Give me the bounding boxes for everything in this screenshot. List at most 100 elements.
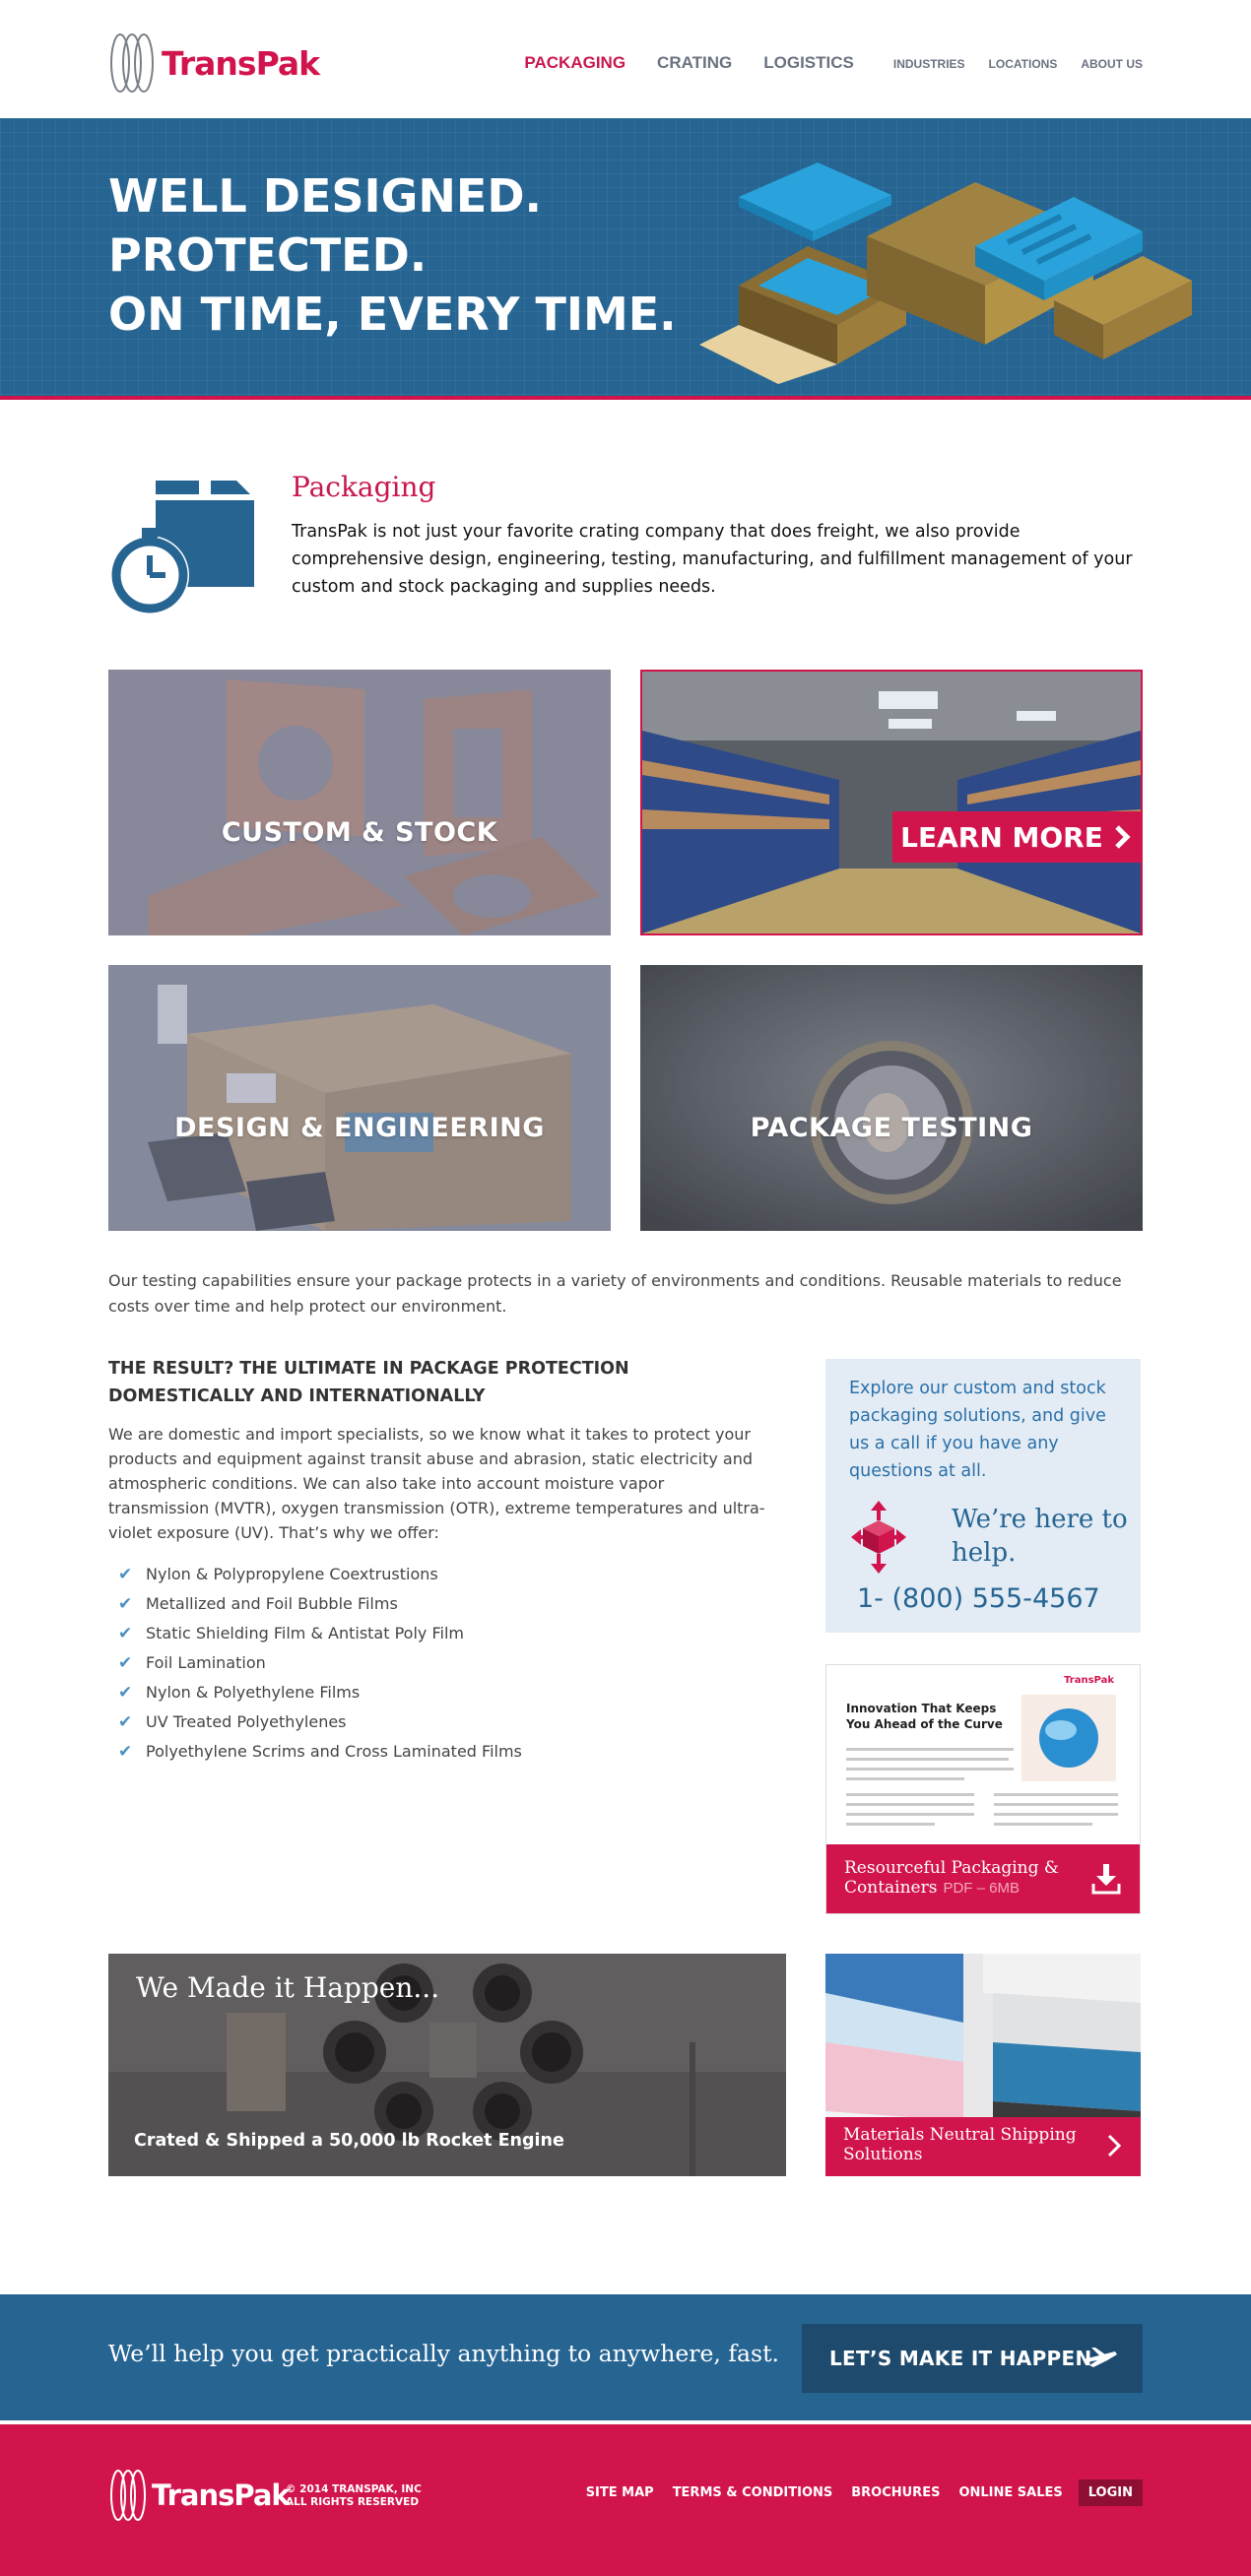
tile-label: CUSTOM & STOCK	[221, 817, 498, 848]
result-text: We are domestic and import specialists, …	[108, 1425, 765, 1542]
brochure-download-card[interactable]: TransPak Innovation That Keeps You Ahead…	[825, 1664, 1141, 1914]
nav-industries[interactable]: INDUSTRIES	[893, 57, 965, 71]
site-header: TransPak PACKAGING CRATING LOGISTICS IND…	[0, 0, 1251, 118]
checkmark-icon: ✔	[118, 1624, 133, 1643]
copyright-line-2: ALL RIGHTS RESERVED	[286, 2496, 420, 2508]
nav-crating[interactable]: CRATING	[657, 53, 732, 73]
tile-learn-more[interactable]: LEARN MORE	[640, 670, 1143, 935]
list-item: ✔ UV Treated Polyethylenes	[118, 1707, 522, 1737]
help-heading: We’re here to help.	[952, 1505, 1128, 1568]
chevron-right-icon	[1107, 2134, 1121, 2157]
nav-packaging[interactable]: PACKAGING	[524, 53, 626, 73]
checkmark-icon: ✔	[118, 1683, 133, 1703]
list-item: ✔ Nylon & Polyethylene Films	[118, 1678, 522, 1707]
list-item: ✔ Polyethylene Scrims and Cross Laminated…	[118, 1737, 522, 1767]
custom-stock-image	[108, 670, 611, 935]
footer-link-terms[interactable]: TERMS & CONDITIONS	[673, 2485, 833, 2500]
brochure-text-line	[846, 1823, 935, 1826]
cta-button-label: LET’S MAKE IT HAPPEN	[829, 2347, 1092, 2370]
materials-feature[interactable]: Materials Neutral Shipping Solutions	[825, 1954, 1141, 2176]
checkmark-icon: ✔	[118, 1742, 133, 1762]
site-footer: TransPak © 2014 TRANSPAK, INC ALL RIGHTS…	[0, 2424, 1251, 2576]
hero-headline-2: PROTECTED.	[108, 228, 428, 282]
copyright-line-1: © 2014 TRANSPAK, INC	[286, 2483, 422, 2495]
rocket-title: We Made it Happen...	[136, 1971, 440, 2004]
rocket-caption: Crated & Shipped a 50,000 lb Rocket Engi…	[134, 2131, 564, 2151]
nav-locations[interactable]: LOCATIONS	[989, 57, 1058, 71]
checkmark-icon: ✔	[118, 1565, 133, 1584]
materials-bar: Materials Neutral Shipping Solutions	[825, 2117, 1141, 2176]
offer-label: Nylon & Polyethylene Films	[146, 1683, 361, 1702]
offer-label: Nylon & Polypropylene Coextrustions	[146, 1565, 438, 1583]
cta-text: We’ll help you get practically anything …	[108, 2340, 780, 2367]
packaging-boxes-illustration	[699, 162, 1192, 384]
logo-mark-icon	[110, 2470, 146, 2521]
learn-more-button[interactable]: LEARN MORE	[892, 811, 1141, 863]
list-item: ✔ Static Shielding Film & Antistat Poly F…	[118, 1619, 522, 1648]
brochure-text-line	[994, 1803, 1118, 1806]
learn-more-label: LEARN MORE	[900, 820, 1103, 854]
list-item: ✔ Metallized and Foil Bubble Films	[118, 1589, 522, 1619]
transpak-logo[interactable]: TransPak	[108, 32, 320, 95]
box-stopwatch-icon	[110, 481, 254, 614]
hero-headline-1: WELL DESIGNED.	[108, 169, 542, 223]
brochure-text-line	[846, 1793, 974, 1796]
brochure-text-line	[846, 1813, 974, 1816]
logo-text: TransPak	[162, 43, 320, 83]
brochure-text-line	[994, 1793, 1118, 1796]
intro-text: TransPak is not just your favorite crati…	[292, 522, 1133, 597]
checkmark-icon: ✔	[118, 1712, 133, 1732]
footer-link-brochures[interactable]: BROCHURES	[851, 2485, 940, 2500]
offer-label: UV Treated Polyethylenes	[146, 1712, 347, 1731]
brochure-title: Resourceful Packaging & Containers PDF – …	[844, 1858, 1081, 1899]
offer-label: Polyethylene Scrims and Cross Laminated …	[146, 1742, 522, 1761]
nav-logistics[interactable]: LOGISTICS	[763, 53, 854, 73]
logo-mark-icon	[110, 33, 154, 93]
section-title: Packaging	[292, 471, 436, 503]
footer-logo[interactable]: TransPak	[108, 2468, 291, 2523]
brochure-text-line	[846, 1803, 974, 1806]
materials-title: Materials Neutral Shipping Solutions	[843, 2125, 1077, 2164]
download-icon	[1091, 1864, 1121, 1895]
brochure-size: PDF – 6MB	[943, 1880, 1020, 1897]
cta-banner: We’ll help you get practically anything …	[0, 2294, 1251, 2420]
checkmark-icon: ✔	[118, 1653, 133, 1673]
list-item: ✔ Nylon & Polypropylene Coextrustions	[118, 1560, 522, 1589]
footer-links: SITE MAP TERMS & CONDITIONS BROCHURES ON…	[567, 2479, 1143, 2506]
hero-headline-3: ON TIME, EVERY TIME.	[108, 288, 677, 341]
offer-label: Metallized and Foil Bubble Films	[146, 1594, 398, 1613]
offer-list: ✔ Nylon & Polypropylene Coextrustions ✔ Me…	[118, 1560, 522, 1767]
chevron-right-icon	[1115, 825, 1131, 849]
design-engineering-image	[108, 965, 611, 1231]
testing-description: Our testing capabilities ensure your pac…	[108, 1271, 1122, 1316]
login-button[interactable]: LOGIN	[1078, 2479, 1143, 2506]
rocket-engine-feature[interactable]: We Made it Happen... Crated & Shipped a …	[108, 1954, 786, 2176]
shipping-box-arrows-icon	[851, 1501, 906, 1574]
brochure-bar: Resourceful Packaging & Containers PDF – …	[826, 1844, 1140, 1913]
airplane-icon	[1084, 2348, 1117, 2367]
package-testing-image	[640, 965, 1143, 1231]
tile-label: DESIGN & ENGINEERING	[174, 1113, 545, 1143]
tile-package-testing[interactable]: PACKAGE TESTING	[640, 965, 1143, 1231]
main-nav: PACKAGING CRATING LOGISTICS INDUSTRIES L…	[493, 53, 1143, 73]
result-heading: THE RESULT? THE ULTIMATE IN PACKAGE PROT…	[108, 1359, 629, 1406]
brochure-text-line	[846, 1748, 1014, 1751]
brochure-text-line	[846, 1777, 964, 1780]
offer-label: Foil Lamination	[146, 1653, 266, 1672]
globe-image	[1021, 1695, 1116, 1781]
tile-design-engineering[interactable]: DESIGN & ENGINEERING	[108, 965, 611, 1231]
footer-logo-text: TransPak	[152, 2479, 291, 2512]
hero-banner: WELL DESIGNED. PROTECTED. ON TIME, EVERY…	[0, 118, 1251, 400]
list-item: ✔ Foil Lamination	[118, 1648, 522, 1678]
brochure-text-line	[994, 1823, 1092, 1826]
lets-make-it-happen-button[interactable]: LET’S MAKE IT HAPPEN	[802, 2324, 1143, 2393]
nav-about-us[interactable]: ABOUT US	[1081, 57, 1143, 71]
phone-number[interactable]: 1- (800) 555-4567	[857, 1583, 1100, 1614]
tile-custom-stock[interactable]: CUSTOM & STOCK	[108, 670, 611, 935]
footer-link-online-sales[interactable]: ONLINE SALES	[958, 2485, 1062, 2500]
checkmark-icon: ✔	[118, 1594, 133, 1614]
brochure-heading: Innovation That Keeps You Ahead of the C…	[846, 1702, 1003, 1731]
brochure-text-line	[846, 1758, 1009, 1761]
footer-link-site-map[interactable]: SITE MAP	[586, 2485, 654, 2500]
warehouse-image	[642, 672, 1141, 934]
